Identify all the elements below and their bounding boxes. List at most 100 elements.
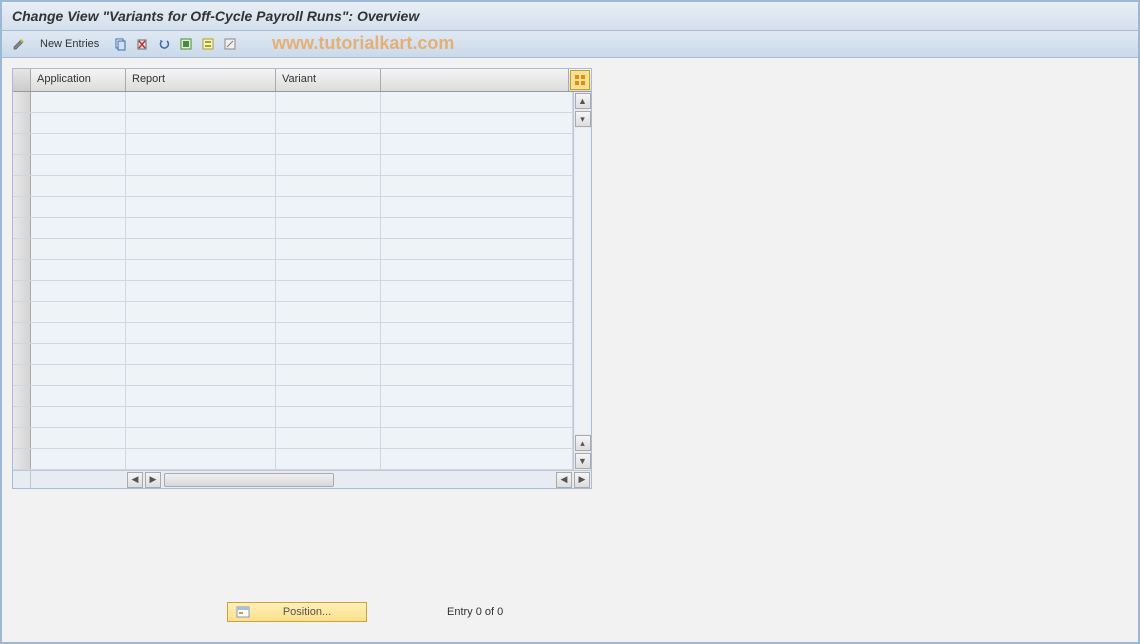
cell-variant[interactable]: [276, 428, 381, 448]
undo-icon[interactable]: [155, 35, 173, 53]
cell-variant[interactable]: [276, 323, 381, 343]
cell-variant[interactable]: [276, 218, 381, 238]
cell-variant[interactable]: [276, 365, 381, 385]
position-button[interactable]: Position...: [227, 602, 367, 622]
column-header-report[interactable]: Report: [126, 69, 276, 91]
cell-report[interactable]: [126, 134, 276, 154]
cell-report[interactable]: [126, 155, 276, 175]
display-change-toggle-icon[interactable]: [10, 35, 28, 53]
cell-report[interactable]: [126, 323, 276, 343]
new-entries-button[interactable]: New Entries: [32, 35, 107, 53]
scroll-right-inner-button[interactable]: ▶: [145, 472, 161, 488]
cell-report[interactable]: [126, 92, 276, 112]
table-row[interactable]: [13, 113, 573, 134]
cell-application[interactable]: [31, 218, 126, 238]
row-selector[interactable]: [13, 239, 31, 259]
row-selector[interactable]: [13, 407, 31, 427]
cell-variant[interactable]: [276, 344, 381, 364]
scroll-page-down-button[interactable]: ▴: [575, 435, 591, 451]
table-row[interactable]: [13, 134, 573, 155]
table-row[interactable]: [13, 197, 573, 218]
row-selector-header[interactable]: [13, 69, 31, 91]
row-selector[interactable]: [13, 260, 31, 280]
row-selector[interactable]: [13, 281, 31, 301]
scroll-down-button[interactable]: ▼: [575, 453, 591, 469]
cell-report[interactable]: [126, 428, 276, 448]
cell-report[interactable]: [126, 344, 276, 364]
cell-variant[interactable]: [276, 239, 381, 259]
table-row[interactable]: [13, 449, 573, 470]
row-selector[interactable]: [13, 344, 31, 364]
cell-report[interactable]: [126, 302, 276, 322]
table-row[interactable]: [13, 407, 573, 428]
scroll-left-button[interactable]: ◀: [127, 472, 143, 488]
cell-report[interactable]: [126, 239, 276, 259]
cell-report[interactable]: [126, 449, 276, 469]
cell-variant[interactable]: [276, 113, 381, 133]
table-row[interactable]: [13, 344, 573, 365]
copy-as-icon[interactable]: [111, 35, 129, 53]
cell-variant[interactable]: [276, 281, 381, 301]
cell-report[interactable]: [126, 218, 276, 238]
cell-report[interactable]: [126, 113, 276, 133]
scroll-page-up-button[interactable]: ▾: [575, 111, 591, 127]
row-selector[interactable]: [13, 134, 31, 154]
cell-report[interactable]: [126, 365, 276, 385]
row-selector[interactable]: [13, 113, 31, 133]
table-row[interactable]: [13, 428, 573, 449]
vertical-scrollbar[interactable]: ▲ ▾ ▴ ▼: [573, 92, 591, 470]
row-selector[interactable]: [13, 218, 31, 238]
table-row[interactable]: [13, 176, 573, 197]
cell-variant[interactable]: [276, 134, 381, 154]
row-selector[interactable]: [13, 302, 31, 322]
scroll-right-button[interactable]: ▶: [574, 472, 590, 488]
cell-variant[interactable]: [276, 386, 381, 406]
table-row[interactable]: [13, 92, 573, 113]
delete-icon[interactable]: [133, 35, 151, 53]
cell-application[interactable]: [31, 449, 126, 469]
cell-application[interactable]: [31, 386, 126, 406]
cell-variant[interactable]: [276, 155, 381, 175]
cell-variant[interactable]: [276, 92, 381, 112]
table-row[interactable]: [13, 239, 573, 260]
row-selector[interactable]: [13, 449, 31, 469]
cell-application[interactable]: [31, 323, 126, 343]
row-selector[interactable]: [13, 155, 31, 175]
table-settings-icon[interactable]: [570, 70, 590, 90]
table-row[interactable]: [13, 323, 573, 344]
cell-report[interactable]: [126, 386, 276, 406]
table-row[interactable]: [13, 365, 573, 386]
cell-report[interactable]: [126, 281, 276, 301]
horizontal-scrollbar[interactable]: ◀ ▶ ◀ ▶: [13, 470, 591, 488]
cell-application[interactable]: [31, 365, 126, 385]
cell-application[interactable]: [31, 260, 126, 280]
row-selector[interactable]: [13, 92, 31, 112]
cell-application[interactable]: [31, 155, 126, 175]
scroll-left-end-button[interactable]: ◀: [556, 472, 572, 488]
cell-variant[interactable]: [276, 449, 381, 469]
row-selector[interactable]: [13, 428, 31, 448]
cell-report[interactable]: [126, 407, 276, 427]
scroll-thumb-horizontal[interactable]: [164, 473, 334, 487]
deselect-all-icon[interactable]: [221, 35, 239, 53]
cell-application[interactable]: [31, 176, 126, 196]
cell-report[interactable]: [126, 197, 276, 217]
cell-variant[interactable]: [276, 407, 381, 427]
cell-application[interactable]: [31, 134, 126, 154]
cell-application[interactable]: [31, 113, 126, 133]
row-selector[interactable]: [13, 197, 31, 217]
table-row[interactable]: [13, 155, 573, 176]
cell-application[interactable]: [31, 302, 126, 322]
select-block-icon[interactable]: [199, 35, 217, 53]
row-selector[interactable]: [13, 365, 31, 385]
table-row[interactable]: [13, 218, 573, 239]
table-row[interactable]: [13, 386, 573, 407]
select-all-icon[interactable]: [177, 35, 195, 53]
row-selector[interactable]: [13, 176, 31, 196]
cell-application[interactable]: [31, 428, 126, 448]
cell-application[interactable]: [31, 92, 126, 112]
cell-application[interactable]: [31, 197, 126, 217]
column-header-variant[interactable]: Variant: [276, 69, 381, 91]
scroll-track-vertical[interactable]: [575, 128, 591, 434]
table-row[interactable]: [13, 281, 573, 302]
